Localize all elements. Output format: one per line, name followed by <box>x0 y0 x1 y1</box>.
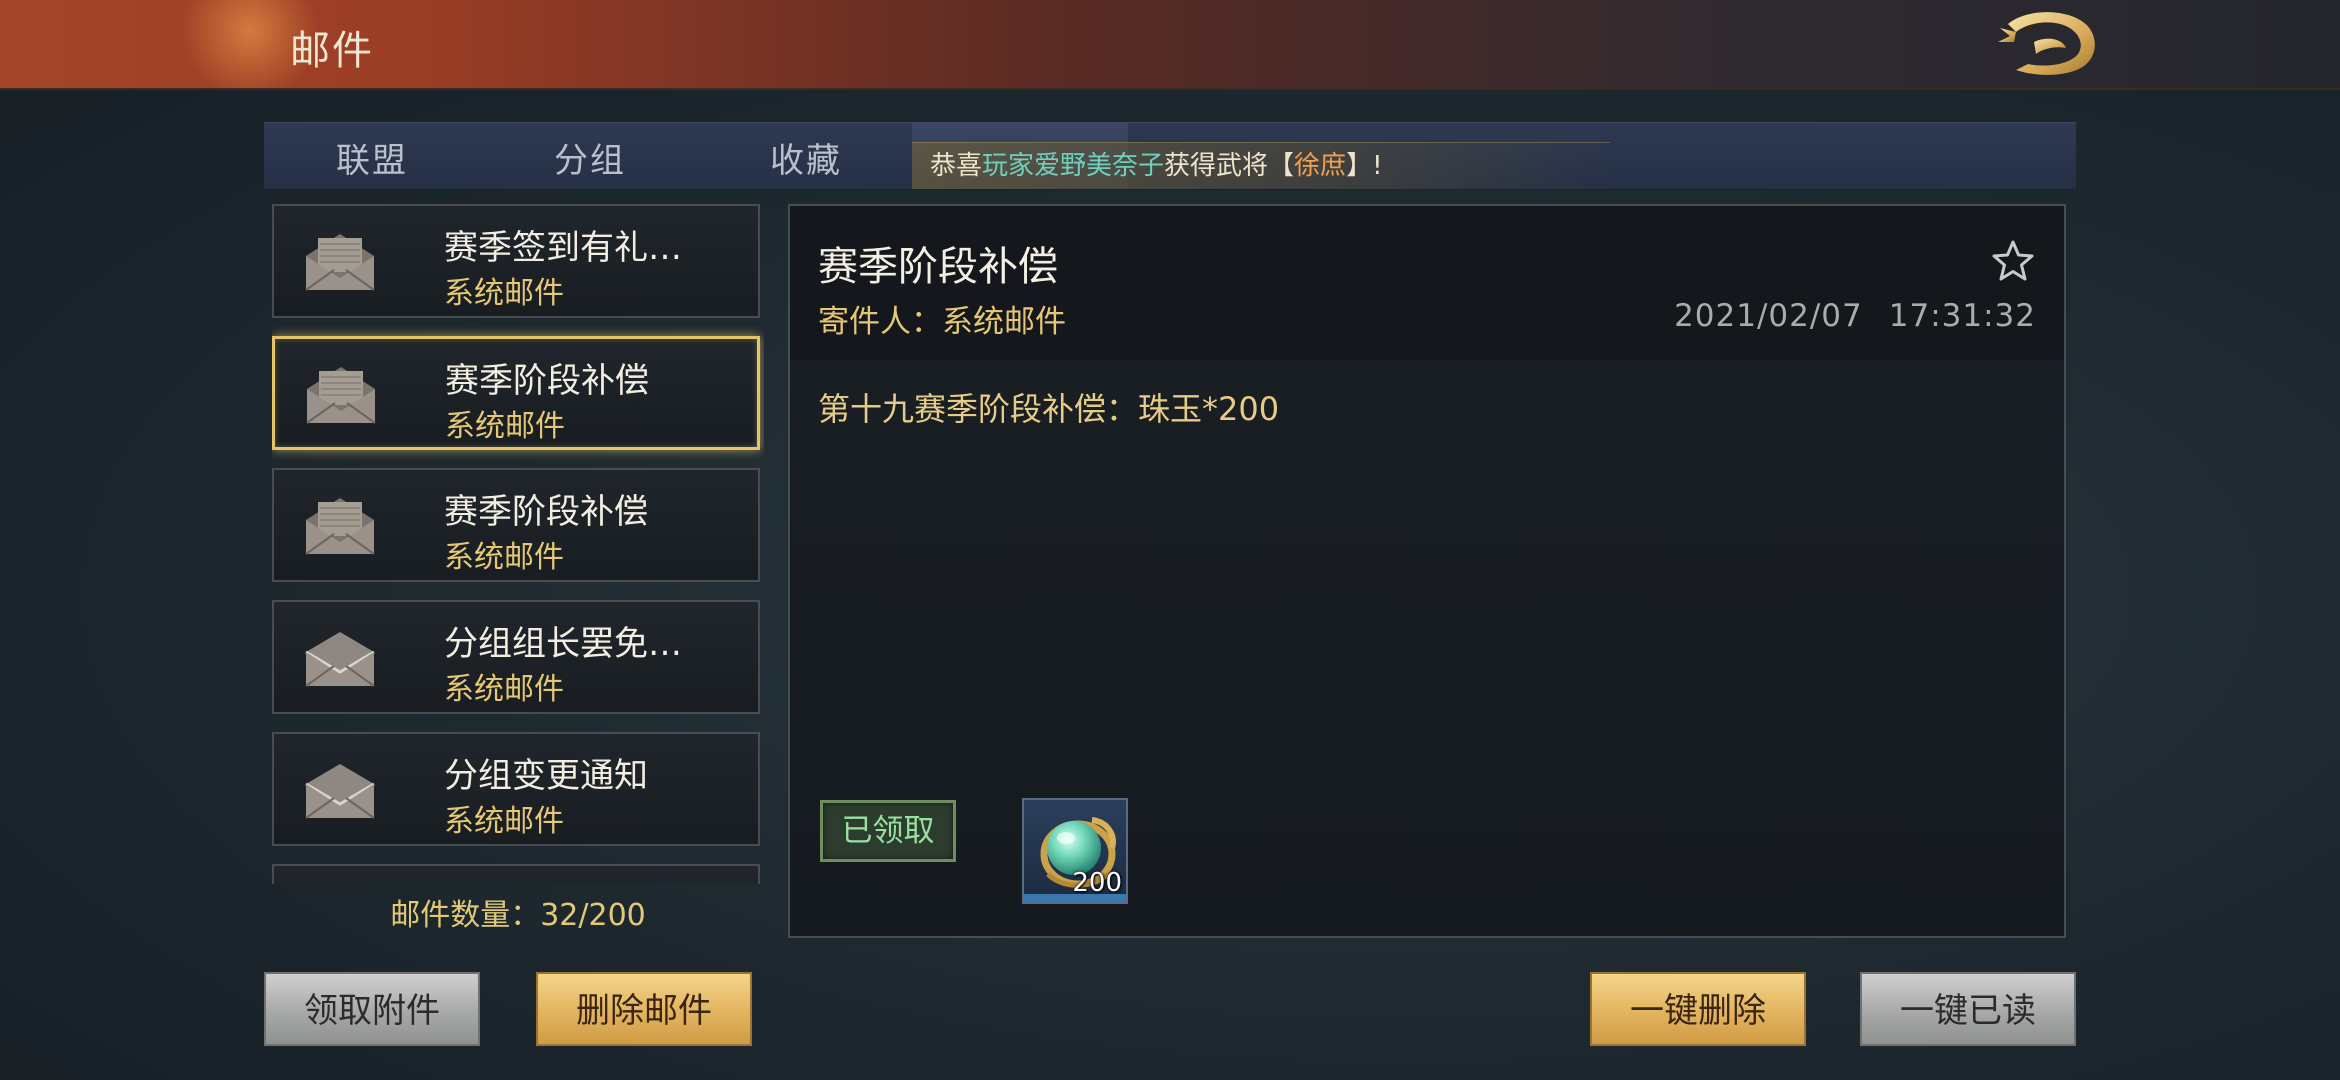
mail-subject: 赛季阶段补偿 <box>444 492 648 532</box>
delete-mail-button[interactable]: 删除邮件 <box>536 972 752 1046</box>
mail-item-partial[interactable] <box>272 864 760 884</box>
tab-group[interactable]: 分组 <box>554 133 626 182</box>
envelope-open-icon <box>305 498 375 555</box>
mail-time: 17:31:32 <box>1888 298 2036 334</box>
mail-subject: 分组组长罢免… <box>444 624 682 664</box>
claim-attachment-button[interactable]: 领取附件 <box>264 972 480 1046</box>
mail-item[interactable]: 赛季阶段补偿 系统邮件 <box>272 468 760 582</box>
envelope-open-icon <box>306 367 376 424</box>
mail-subject: 赛季阶段补偿 <box>445 361 649 401</box>
read-all-button[interactable]: 一键已读 <box>1860 972 2076 1046</box>
mail-detail-title: 赛季阶段补偿 <box>818 244 1058 290</box>
marquee-prefix: 恭喜 <box>930 151 983 181</box>
envelope-open-icon <box>305 234 375 291</box>
reward-item-slot[interactable]: 200 <box>1022 798 1128 904</box>
mail-subject: 赛季签到有礼… <box>444 228 682 268</box>
marquee-suffix: 】! <box>1346 151 1383 181</box>
marquee-middle: 获得武将【 <box>1164 151 1295 181</box>
mail-detail-header: 赛季阶段补偿 寄件人：系统邮件 2021/02/07 17:31:32 <box>790 206 2064 360</box>
mail-sender: 系统邮件 <box>444 804 564 839</box>
delete-all-button[interactable]: 一键删除 <box>1590 972 1806 1046</box>
mail-detail-panel: 赛季阶段补偿 寄件人：系统邮件 2021/02/07 17:31:32 第十九赛季… <box>788 204 2066 938</box>
page-title: 邮件 <box>290 28 374 74</box>
mail-count: 邮件数量：32/200 <box>390 898 646 933</box>
claimed-status-badge: 已领取 <box>820 800 956 862</box>
header-bar: 邮件 <box>0 0 2340 90</box>
mail-item[interactable]: 分组组长罢免… 系统邮件 <box>272 600 760 714</box>
envelope-read-icon <box>305 764 375 819</box>
mail-body: 第十九赛季阶段补偿：珠玉*200 <box>818 390 1280 428</box>
mail-detail-timestamp: 2021/02/07 17:31:32 <box>1674 298 2036 334</box>
mail-sender: 系统邮件 <box>445 409 565 444</box>
announcement-marquee: 恭喜玩家爱野美奈子获得武将【徐庶】! <box>912 142 1610 189</box>
star-icon[interactable] <box>1990 238 2036 284</box>
mail-date: 2021/02/07 <box>1674 298 1863 334</box>
mail-detail-sender: 寄件人：系统邮件 <box>818 304 1066 340</box>
mail-item[interactable]: 赛季签到有礼… 系统邮件 <box>272 204 760 318</box>
mail-sender: 系统邮件 <box>444 672 564 707</box>
mail-item[interactable]: 分组变更通知 系统邮件 <box>272 732 760 846</box>
tab-alliance[interactable]: 联盟 <box>336 133 408 182</box>
mail-list[interactable]: 赛季签到有礼… 系统邮件 赛季阶段补偿 系统邮件 赛季阶段补偿 系统邮件 分组组… <box>272 204 764 884</box>
dragon-logo-icon[interactable] <box>1990 6 2110 82</box>
mail-item-selected[interactable]: 赛季阶段补偿 系统邮件 <box>272 336 760 450</box>
mail-sender: 系统邮件 <box>444 276 564 311</box>
tab-favorites[interactable]: 收藏 <box>770 133 842 182</box>
marquee-player: 玩家爱野美奈子 <box>982 151 1165 181</box>
envelope-read-icon <box>305 632 375 687</box>
mail-subject: 分组变更通知 <box>444 756 648 796</box>
reward-slot-bar <box>1024 894 1126 902</box>
mail-sender: 系统邮件 <box>444 540 564 575</box>
marquee-general: 徐庶 <box>1294 151 1347 181</box>
